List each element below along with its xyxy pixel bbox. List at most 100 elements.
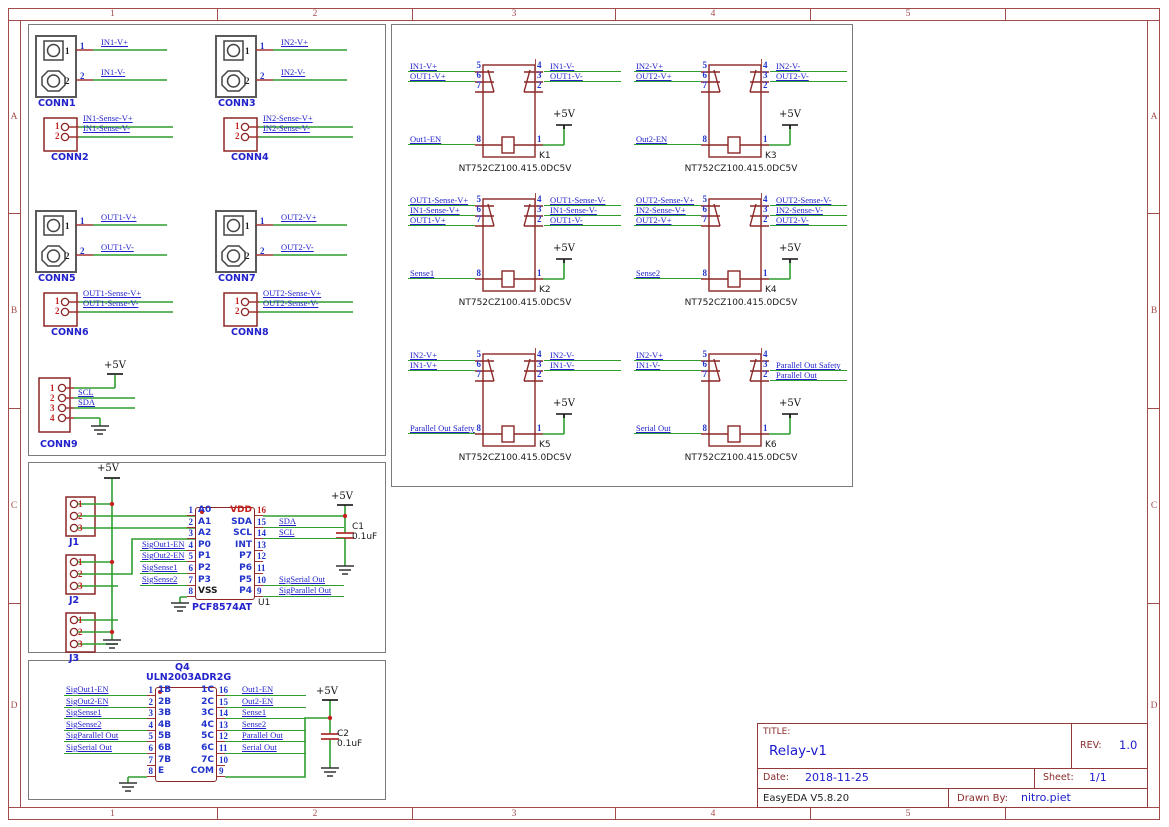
ic-pin-row[interactable]: 8E xyxy=(60,764,155,777)
power-label[interactable]: +5V xyxy=(776,398,804,409)
power-label[interactable]: +5V xyxy=(776,109,804,120)
net-label[interactable]: Parallel Out xyxy=(776,370,817,380)
net-label[interactable]: SigParallel Out xyxy=(279,585,331,595)
net-label[interactable]: IN2-V- xyxy=(281,67,305,77)
net-label[interactable]: SDA xyxy=(78,397,95,407)
component-part[interactable]: PCF8574AT xyxy=(192,602,252,613)
sheet-value[interactable]: 1/1 xyxy=(1089,772,1107,784)
net-label[interactable]: IN2-Sense-V+ xyxy=(263,113,313,123)
component-ref[interactable]: J2 xyxy=(69,595,79,606)
ic-pin-row[interactable]: SigParallel Out9P4 xyxy=(255,584,350,597)
net-label[interactable]: SigParallel Out xyxy=(66,730,118,740)
net-label[interactable]: Out2-EN xyxy=(636,134,667,144)
power-label[interactable]: +5V xyxy=(97,463,119,474)
component-ref[interactable]: CONN2 xyxy=(51,152,89,163)
power-label[interactable]: +5V xyxy=(550,243,578,254)
net-label[interactable]: IN2-Sense-V- xyxy=(263,123,310,133)
net-label[interactable]: Sense1 xyxy=(242,707,266,717)
net-label[interactable]: Parallel Out Safety xyxy=(410,423,475,433)
net-label[interactable]: IN1-Sense-V- xyxy=(83,123,130,133)
component-ref[interactable]: CONN9 xyxy=(40,439,78,450)
net-label[interactable]: SigSerial Out xyxy=(66,742,112,752)
component-part[interactable]: ULN2003ADR2G xyxy=(146,672,231,683)
sheet-title[interactable]: Relay-v1 xyxy=(769,744,827,759)
drawn-by-value[interactable]: nitro.piet xyxy=(1021,792,1071,804)
net-label[interactable]: SDA xyxy=(279,516,296,526)
relay[interactable]: IN1-V+ OUT1-V+ IN1-V- OUT1-V- Out1-EN 5 … xyxy=(408,64,621,176)
net-label[interactable]: Serial Out xyxy=(242,742,277,752)
net-label[interactable]: SCL xyxy=(279,527,295,537)
net-label[interactable]: Serial Out xyxy=(636,423,671,433)
net-label[interactable]: SigOut2-EN xyxy=(66,696,109,706)
rev-value[interactable]: 1.0 xyxy=(1119,739,1137,752)
component-ref[interactable]: K2 xyxy=(539,285,551,295)
component-part[interactable]: NT752CZ100.415.0DC5V xyxy=(430,164,600,174)
component-ref[interactable]: K1 xyxy=(539,151,551,161)
schematic-canvas[interactable]: 12345 12345 ABCD ABCD 1 2 xyxy=(0,0,1169,827)
capacitor-value[interactable]: 0.1uF xyxy=(352,532,377,542)
component-ref[interactable]: CONN5 xyxy=(38,273,76,284)
component-part[interactable]: NT752CZ100.415.0DC5V xyxy=(656,164,826,174)
power-label[interactable]: +5V xyxy=(331,491,353,502)
relay[interactable]: IN2-V+ OUT2-V+ IN2-V- OUT2-V- Out2-EN 5 … xyxy=(634,64,847,176)
component-ref[interactable]: K6 xyxy=(765,440,777,450)
component-part[interactable]: NT752CZ100.415.0DC5V xyxy=(430,298,600,308)
net-label[interactable]: OUT2-V+ xyxy=(636,215,671,225)
component-ref[interactable]: CONN7 xyxy=(218,273,256,284)
net-label[interactable]: SigSense2 xyxy=(142,574,177,584)
net-label[interactable]: OUT1-Sense-V+ xyxy=(83,288,141,298)
net-label[interactable]: SigOut1-EN xyxy=(142,539,185,549)
component-ref[interactable]: K5 xyxy=(539,440,551,450)
net-label[interactable]: Out1-EN xyxy=(410,134,441,144)
component-ref[interactable]: K4 xyxy=(765,285,777,295)
net-label[interactable]: SigSerial Out xyxy=(279,574,325,584)
power-label[interactable]: +5V xyxy=(316,686,338,697)
power-label[interactable]: +5V xyxy=(776,243,804,254)
component-part[interactable]: NT752CZ100.415.0DC5V xyxy=(430,453,600,463)
power-label[interactable]: +5V xyxy=(550,109,578,120)
net-label[interactable]: SigSense2 xyxy=(66,719,101,729)
relay[interactable]: IN2-V+ IN1-V+ IN2-V- IN1-V- Parallel Out… xyxy=(408,353,621,465)
net-label[interactable]: Sense2 xyxy=(636,268,660,278)
net-label[interactable]: SigSense1 xyxy=(142,562,177,572)
net-label[interactable]: Sense1 xyxy=(410,268,434,278)
component-part[interactable]: NT752CZ100.415.0DC5V xyxy=(656,298,826,308)
net-label[interactable]: Out1-EN xyxy=(242,684,273,694)
power-label[interactable]: +5V xyxy=(550,398,578,409)
capacitor-value[interactable]: 0.1uF xyxy=(337,739,362,749)
net-label[interactable]: OUT2-V- xyxy=(281,242,314,252)
date-value[interactable]: 2018-11-25 xyxy=(805,772,869,784)
net-label[interactable]: Parallel Out xyxy=(242,730,283,740)
relay[interactable]: IN2-V+ IN1-V- Parallel Out Safety Parall… xyxy=(634,353,847,465)
net-label[interactable]: SigOut1-EN xyxy=(66,684,109,694)
net-label[interactable]: OUT1-V- xyxy=(101,242,134,252)
net-label[interactable]: IN1-Sense-V+ xyxy=(83,113,133,123)
component-ref[interactable]: J1 xyxy=(69,537,79,548)
component-ref[interactable]: K3 xyxy=(765,151,777,161)
net-label[interactable]: SigSense1 xyxy=(66,707,101,717)
capacitor-ref[interactable]: C1 xyxy=(352,522,364,532)
net-label[interactable]: OUT1-V- xyxy=(550,215,583,225)
net-label[interactable]: OUT1-V+ xyxy=(410,215,445,225)
net-label[interactable]: OUT2-V+ xyxy=(281,212,316,222)
capacitor-ref[interactable]: C2 xyxy=(337,729,349,739)
component-ref[interactable]: CONN3 xyxy=(218,98,256,109)
component-ref[interactable]: U1 xyxy=(258,598,270,608)
component-ref[interactable]: CONN4 xyxy=(231,152,269,163)
net-label[interactable]: OUT2-Sense-V- xyxy=(263,298,318,308)
net-label[interactable]: IN1-V+ xyxy=(101,37,128,47)
net-label[interactable]: Sense2 xyxy=(242,719,266,729)
component-ref[interactable]: CONN8 xyxy=(231,327,269,338)
relay[interactable]: OUT2-Sense-V+ IN2-Sense-V+ OUT2-V+ OUT2-… xyxy=(634,198,847,310)
net-label[interactable]: OUT1-Sense-V- xyxy=(83,298,138,308)
net-label[interactable]: IN1-V- xyxy=(101,67,125,77)
component-ref[interactable]: CONN6 xyxy=(51,327,89,338)
net-label[interactable]: OUT2-Sense-V+ xyxy=(263,288,321,298)
net-label[interactable]: IN2-V+ xyxy=(281,37,308,47)
net-label[interactable]: SigOut2-EN xyxy=(142,550,185,560)
ic-pin-row[interactable]: 9COM xyxy=(217,764,312,777)
ic-pin-row[interactable]: 8VSS xyxy=(100,584,195,597)
net-label[interactable]: SCL xyxy=(78,387,94,397)
component-ref[interactable]: J3 xyxy=(69,653,79,664)
component-part[interactable]: NT752CZ100.415.0DC5V xyxy=(656,453,826,463)
